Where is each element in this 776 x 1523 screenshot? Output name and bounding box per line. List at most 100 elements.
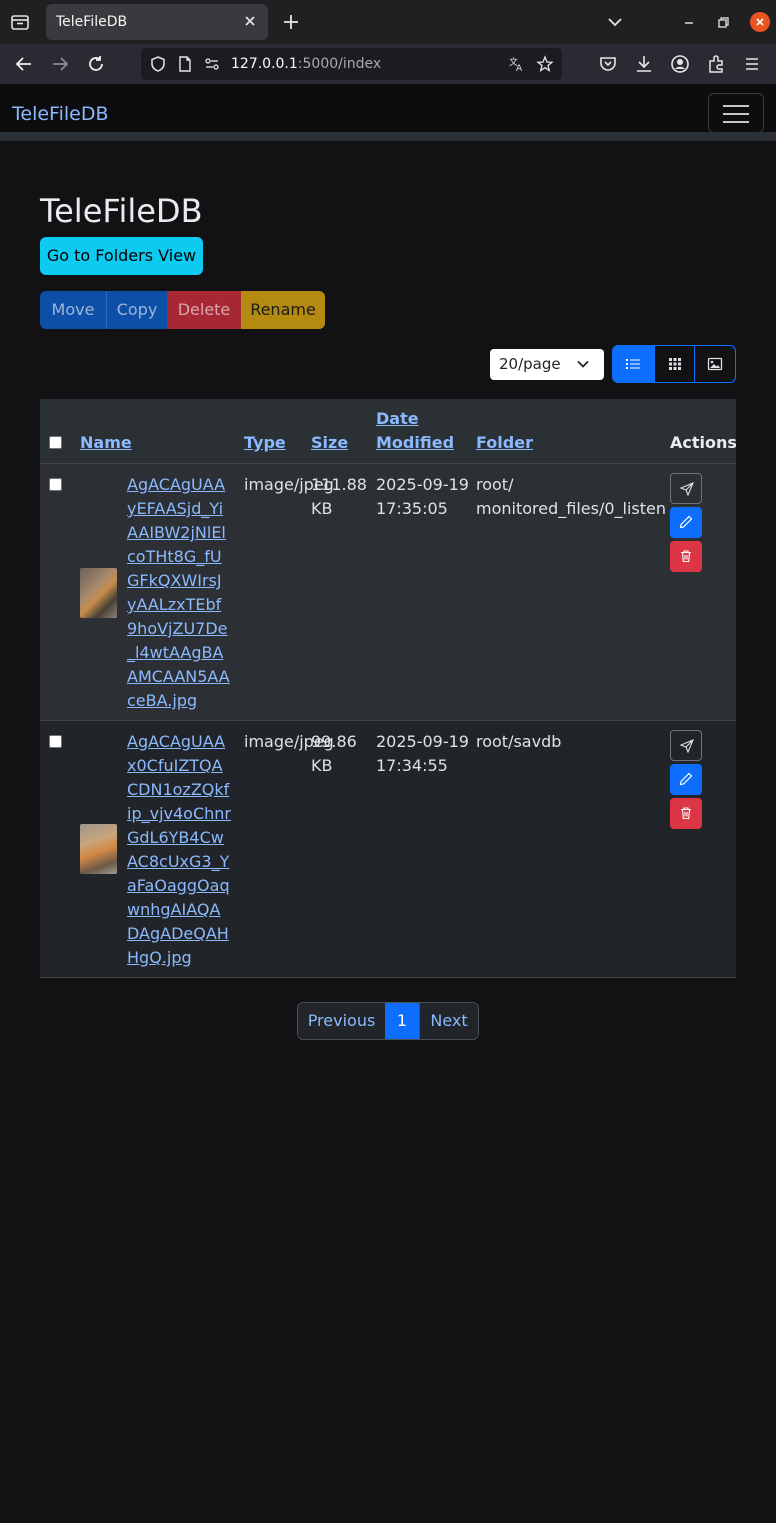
gallery-view-button[interactable] [694,346,735,382]
rename-button[interactable]: Rename [241,291,325,329]
browser-tab[interactable]: TeleFileDB [46,4,268,40]
file-date: 2025-09-19 17:34:55 [376,730,469,778]
url-host: 127.0.0.1 [231,56,298,72]
browser-nav-bar: 127.0.0.1:5000/index 文A [0,44,776,84]
file-folder-line2: monitored_files/0_listen [476,499,667,518]
url-text: 127.0.0.1:5000/index [231,56,381,72]
hamburger-icon[interactable] [708,93,764,133]
tab-title: TeleFileDB [56,14,128,30]
plus-icon[interactable] [280,11,302,33]
trash-icon [681,550,691,563]
url-path: :5000/index [297,56,382,72]
sort-by-folder[interactable]: Folder [476,431,533,455]
gallery-view-icon [708,357,723,371]
delete-button[interactable]: Delete [167,291,241,329]
sort-by-date-line1: Date [376,409,419,428]
reload-icon[interactable] [85,53,107,75]
view-mode-group [612,345,736,383]
translate-icon[interactable]: 文A [508,55,526,74]
move-button[interactable]: Move [40,291,106,329]
actions-header: Actions [670,433,737,452]
file-date-time: 17:34:55 [376,756,448,775]
table-header: Name Type Size Date Modified Folder Actio… [40,399,737,464]
table-row: AgACAgUAAyEFAASjd_YiAAIBW2jNlElcoTHt8G_f… [40,464,736,721]
extensions-icon[interactable] [705,53,727,75]
files-table: Name Type Size Date Modified Folder Actio… [40,399,737,978]
forward-icon[interactable] [49,53,71,75]
file-name-link[interactable]: AgACAgUAAyEFAASjd_YiAAIBW2jNlElcoTHt8G_f… [127,473,231,713]
send-button[interactable] [670,730,702,761]
per-page-select[interactable]: 20/page [490,349,604,380]
page-icon[interactable] [176,55,194,73]
navbar-brand[interactable]: TeleFileDB [12,103,109,125]
sort-by-name[interactable]: Name [80,431,132,455]
file-date-day: 2025-09-19 [376,475,469,494]
app-navbar: TeleFileDB [0,84,776,133]
list-view-button[interactable] [613,346,654,382]
file-thumbnail[interactable] [80,824,117,874]
svg-text:A: A [516,64,523,73]
permissions-icon[interactable] [203,55,221,73]
url-bar[interactable]: 127.0.0.1:5000/index 文A [141,48,562,80]
bulk-action-group: Move Copy Delete Rename [40,291,325,329]
pencil-icon [679,772,693,786]
sort-by-size[interactable]: Size [311,431,348,455]
edit-button[interactable] [670,507,702,538]
edit-button[interactable] [670,764,702,795]
tab-list-icon[interactable] [8,10,32,34]
page-title: TeleFileDB [40,192,203,230]
navbar-divider [0,132,776,141]
row-checkbox[interactable] [49,478,62,491]
sort-by-date-line2: Modified [376,433,455,452]
maximize-icon[interactable] [715,13,733,31]
previous-page-button[interactable]: Previous [298,1003,385,1039]
send-button[interactable] [670,473,702,504]
list-view-icon [626,359,640,369]
close-icon[interactable] [240,11,260,31]
download-icon[interactable] [633,53,655,75]
chevron-down-icon[interactable] [604,11,626,33]
file-folder-line1: root/savdb [476,732,562,751]
back-icon[interactable] [13,53,35,75]
file-size: 99.86 KB [311,732,357,775]
star-icon[interactable] [536,55,554,73]
per-page-value: 20/page [499,355,561,373]
file-date-day: 2025-09-19 [376,732,469,751]
file-type: image/jpeg [244,475,334,494]
file-folder: root/monitored_files/0_listen [476,473,666,521]
file-date-time: 17:35:05 [376,499,448,518]
browser-tab-bar: TeleFileDB [0,0,776,44]
select-all-checkbox[interactable] [49,436,62,449]
grid-view-icon [668,358,681,370]
shield-icon[interactable] [149,55,167,73]
delete-file-button[interactable] [670,798,702,829]
chevron-down-icon [576,357,590,371]
next-page-button[interactable]: Next [419,1003,478,1039]
file-date: 2025-09-19 17:35:05 [376,473,469,521]
grid-view-button[interactable] [653,346,695,382]
minimize-icon[interactable] [680,13,698,31]
file-name-link[interactable]: AgACAgUAAx0CfuIZTQACDN1ozZQkfip_vjv4oChn… [127,730,231,970]
menu-icon[interactable] [741,53,763,75]
copy-button[interactable]: Copy [106,291,167,329]
file-size: 111.88 KB [311,475,367,518]
page-1-button[interactable]: 1 [385,1003,419,1039]
send-icon [680,482,694,496]
row-checkbox[interactable] [49,735,62,748]
go-to-folders-button[interactable]: Go to Folders View [40,237,203,275]
pocket-icon[interactable] [597,53,619,75]
pagination: Previous 1 Next [297,1002,479,1040]
trash-icon [681,807,691,820]
delete-file-button[interactable] [670,541,702,572]
file-thumbnail[interactable] [80,568,117,618]
send-icon [680,739,694,753]
file-type: image/jpeg [244,732,334,751]
file-folder-line1: root/ [476,475,514,494]
window-close-icon[interactable] [750,12,770,32]
sort-by-type[interactable]: Type [244,431,286,455]
account-icon[interactable] [669,53,691,75]
pencil-icon [679,515,693,529]
file-folder: root/savdb [476,730,561,754]
sort-by-date[interactable]: Date Modified [376,407,454,455]
table-row: AgACAgUAAx0CfuIZTQACDN1ozZQkfip_vjv4oChn… [40,721,736,978]
